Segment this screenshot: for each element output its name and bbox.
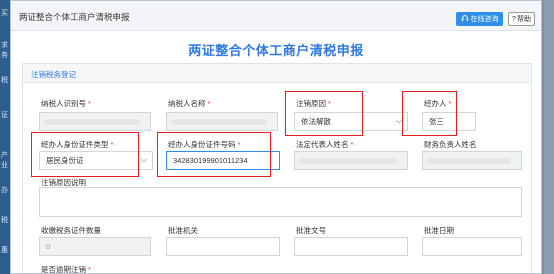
approving-org-label: 批准机关 bbox=[168, 226, 198, 235]
highlight-box bbox=[31, 132, 139, 177]
taxpayer-name-label: 纳税人名称 * bbox=[168, 99, 211, 108]
approval-doc-no-input[interactable] bbox=[294, 237, 408, 256]
redacted-value bbox=[299, 158, 397, 164]
redacted-value bbox=[44, 119, 140, 125]
question-icon: ? bbox=[512, 15, 516, 23]
help-label: 帮助 bbox=[516, 16, 531, 23]
highlight-box bbox=[157, 132, 271, 177]
dialog-titlebar: 两证整合个体工商户清税申报 在线咨询 ? 帮助 bbox=[11, 1, 541, 31]
redacted-value bbox=[427, 158, 511, 164]
chevron-down-icon: ⌵ bbox=[140, 155, 147, 164]
taxpayer-id-label: 纳税人识别号 * bbox=[41, 99, 91, 108]
taxpayer-id-field[interactable] bbox=[39, 112, 151, 131]
help-button[interactable]: ? 帮助 bbox=[508, 12, 535, 26]
highlight-box bbox=[285, 91, 363, 136]
panel-header: 注销税务登记 bbox=[23, 64, 531, 83]
form-heading: 两证整合个体工商户清税申报 bbox=[188, 43, 364, 58]
section-title: 注销税务登记 bbox=[31, 70, 76, 79]
cancel-registration-panel: 注销税务登记 纳税人识别号 * 纳税人名称 * 注销原因 * 依法解散 ⌵ 经办人 * … bbox=[22, 63, 532, 274]
tax-clearance-dialog: 两证整合个体工商户清税申报 在线咨询 ? 帮助 两证整合个体工商户清税申报 注销… bbox=[10, 0, 542, 274]
cert-count-label: 收缴税务证件数量 bbox=[41, 226, 101, 235]
dialog-title: 两证整合个体工商户清税申报 bbox=[19, 12, 130, 22]
finance-head-field[interactable] bbox=[422, 151, 522, 170]
background-text: 证 bbox=[1, 112, 8, 119]
approval-doc-no-label: 批准文号 bbox=[296, 226, 326, 235]
dialog-scrollbar[interactable] bbox=[541, 30, 542, 274]
finance-head-label: 财务负责人姓名 bbox=[424, 140, 477, 149]
background-right bbox=[544, 0, 554, 274]
approving-org-input[interactable] bbox=[166, 237, 280, 256]
background-text: 税 bbox=[1, 217, 8, 224]
taxpayer-name-field[interactable] bbox=[166, 112, 278, 131]
background-text: 买 bbox=[1, 10, 8, 17]
cert-count-value: 0 bbox=[46, 242, 51, 251]
approval-date-label: 批准日期 bbox=[424, 226, 454, 235]
legal-rep-label: 法定代表人姓名 * bbox=[296, 140, 354, 149]
overdue-cancel-label: 是否逾期注销 * bbox=[41, 265, 91, 274]
cert-count-input[interactable]: 0 bbox=[39, 237, 151, 256]
online-consult-button[interactable]: 在线咨询 bbox=[456, 12, 503, 26]
online-consult-label: 在线咨询 bbox=[470, 16, 499, 23]
cancel-reason-note-textarea[interactable] bbox=[39, 187, 522, 217]
legal-rep-field[interactable] bbox=[294, 151, 408, 170]
background-text: 惠 bbox=[1, 247, 8, 254]
highlight-box bbox=[402, 91, 457, 136]
background-text: 办 bbox=[1, 187, 8, 194]
approval-date-input[interactable] bbox=[422, 237, 522, 256]
redacted-value bbox=[171, 119, 267, 125]
background-text: 税 bbox=[1, 77, 8, 84]
headset-icon bbox=[461, 14, 469, 24]
